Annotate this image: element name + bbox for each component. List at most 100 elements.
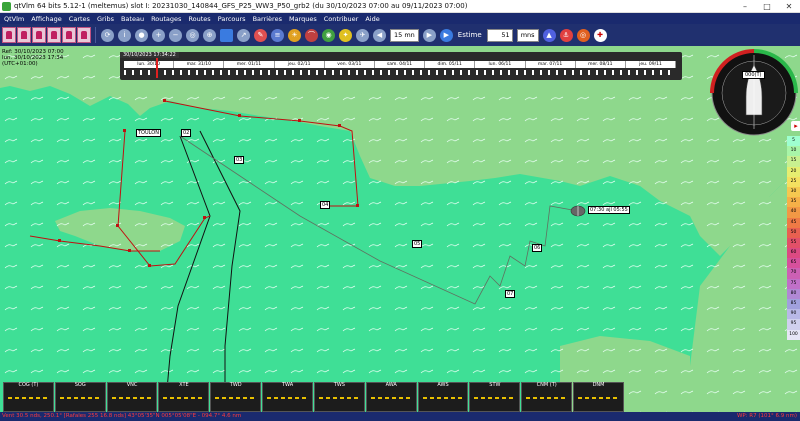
pen-icon[interactable]: ✎ (254, 28, 267, 42)
instrument-tws[interactable]: TWS (313, 382, 365, 412)
boat-select-5[interactable] (62, 27, 76, 43)
instrument-cog[interactable]: COG (T) (3, 382, 54, 412)
layers-icon[interactable]: ≡ (271, 28, 284, 42)
boat-select-6[interactable] (77, 27, 91, 43)
mark-label[interactable]: 07 (505, 290, 516, 298)
zoom-out-icon[interactable]: − (169, 28, 182, 42)
instrument-stw[interactable]: STW (469, 382, 521, 412)
boat-select-3[interactable] (32, 27, 46, 43)
anchor-icon[interactable]: ⚓ (559, 28, 573, 42)
mark-label[interactable]: 04 (320, 201, 331, 209)
instrument-title: TWS (333, 382, 345, 388)
estime-value-input[interactable]: 51 (486, 28, 513, 42)
close-button[interactable]: ✕ (778, 2, 800, 11)
instrument-twd[interactable]: TWD (210, 382, 262, 412)
scale-step: 80 (787, 288, 800, 299)
instrument-dnm[interactable]: DNM (573, 382, 624, 412)
menu-qtvlm[interactable]: QtVlm (4, 15, 24, 23)
lock-icon[interactable]: ● (135, 28, 148, 42)
timeline-day: jeu. 02/11 (275, 61, 325, 68)
timeline-days: lun. 30/10 mar. 31/10 mer. 01/11 jeu. 02… (124, 61, 677, 68)
mark-label[interactable]: 02 (181, 129, 192, 137)
scale-step: 95 (787, 319, 800, 330)
gps-icon[interactable]: ✈ (356, 28, 369, 42)
timeline-ticks (124, 70, 676, 75)
minimize-button[interactable]: – (734, 2, 756, 11)
zoom-boat-icon[interactable]: ⊕ (203, 28, 216, 42)
instrument-dash (474, 397, 516, 399)
instrument-dash (163, 397, 205, 399)
mark-label[interactable]: 05 (412, 240, 423, 248)
estime-unit-select[interactable]: mns (516, 28, 539, 42)
menu-barrieres[interactable]: Barrières (253, 15, 282, 23)
panel-toggle-icon[interactable]: ▸ (791, 121, 800, 131)
boat-label[interactable]: 07:30 ajl 05:55 (588, 206, 630, 214)
routing-icon[interactable]: ◉ (322, 28, 335, 42)
toolbar: ⟳ i ● + − ◎ ⊕ ↗ ✎ ≡ ☀ ⌒ ◉ ✦ ✈ ◀ 15 mn ▶ … (0, 24, 800, 46)
scale-step: 75 (787, 278, 800, 289)
instrument-title: AWS (437, 382, 449, 388)
info-icon[interactable]: i (118, 28, 131, 42)
estime-label: Estime (457, 31, 482, 39)
instrument-aws[interactable]: AWS (417, 382, 469, 412)
scale-step: 100 (787, 329, 800, 340)
menu-contribuer[interactable]: Contribuer (324, 15, 359, 23)
time-slider[interactable]: 30/10/2023 17:34:22 lun. 30/10 mar. 31/1… (120, 52, 682, 80)
menu-affichage[interactable]: Affichage (31, 15, 62, 23)
mark-label[interactable]: 06 (532, 244, 543, 252)
next-step-icon[interactable]: ▶ (422, 28, 436, 42)
prev-step-icon[interactable]: ◀ (373, 28, 386, 42)
menu-aide[interactable]: Aide (365, 15, 379, 23)
scale-step: 20 (787, 166, 800, 177)
instrument-twa[interactable]: TWA (262, 382, 313, 412)
timeline-day: jeu. 09/11 (626, 61, 677, 68)
sync-icon[interactable]: ⟳ (101, 28, 114, 42)
mark-label[interactable]: 03 (234, 156, 245, 164)
boat-select-4[interactable] (47, 27, 61, 43)
timeline-day: mer. 08/11 (576, 61, 626, 68)
instrument-dash (267, 397, 308, 399)
instrument-dash (111, 397, 153, 399)
maximize-button[interactable]: □ (756, 2, 778, 11)
target-icon[interactable]: ◎ (576, 28, 590, 42)
instrument-xte[interactable]: XTE (158, 382, 210, 412)
map-view[interactable]: Ref: 30/10/2023 07:00 lun. 30/10/2023 17… (0, 46, 800, 412)
scale-step: 15 (787, 156, 800, 167)
scale-step: 50 (787, 227, 800, 238)
wind-icon[interactable]: ✦ (339, 28, 352, 42)
boat-select-1[interactable] (2, 27, 16, 43)
instrument-awa[interactable]: AWA (365, 382, 417, 412)
zoom-fit-icon[interactable]: ◎ (186, 28, 199, 42)
menu-routes[interactable]: Routes (188, 15, 210, 23)
instrument-dash (422, 397, 464, 399)
play-icon[interactable]: ▶ (439, 28, 453, 42)
measure-icon[interactable]: ↗ (237, 28, 250, 42)
instrument-vnc[interactable]: VNC (106, 382, 158, 412)
scale-step: 10 (787, 146, 800, 157)
compass-widget[interactable] (710, 49, 798, 137)
toulon-label[interactable]: TOULON (136, 129, 161, 137)
menu-parcours[interactable]: Parcours (218, 15, 246, 23)
instrument-dash (8, 397, 49, 399)
menu-marques[interactable]: Marques (289, 15, 317, 23)
select-area-icon[interactable] (220, 28, 233, 42)
boat-select-2[interactable] (17, 27, 31, 43)
barrier-icon[interactable]: ⌒ (305, 28, 318, 42)
menu-routages[interactable]: Routages (151, 15, 181, 23)
instrument-cnm[interactable]: CNM (T) (521, 382, 573, 412)
instrument-sog[interactable]: SOG (54, 382, 106, 412)
instrument-title: VNC (126, 382, 138, 388)
timeline-cursor[interactable] (156, 58, 158, 78)
lifebuoy-icon[interactable]: ✚ (593, 28, 607, 42)
instrument-title: TWA (281, 382, 294, 388)
instrument-title: SOG (74, 382, 86, 388)
menu-bateau[interactable]: Bateau (121, 15, 144, 23)
sun-icon[interactable]: ☀ (288, 28, 301, 42)
alarm-icon[interactable]: ▲ (542, 28, 556, 42)
timeline-day: mer. 01/11 (224, 61, 275, 68)
time-step-select[interactable]: 15 mn (390, 28, 419, 42)
menu-gribs[interactable]: Gribs (97, 15, 114, 23)
menu-cartes[interactable]: Cartes (69, 15, 90, 23)
scale-step: 5 (787, 136, 800, 147)
zoom-in-icon[interactable]: + (152, 28, 165, 42)
